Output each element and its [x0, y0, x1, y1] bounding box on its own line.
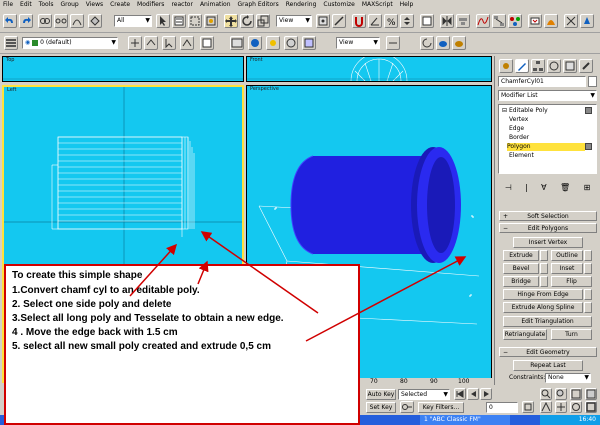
annotation-arrows: [129, 231, 467, 342]
arrow-to-side-poly: [129, 243, 178, 297]
arrow-to-long-poly: [200, 231, 319, 314]
arrow-to-edge: [197, 260, 209, 285]
arrow-to-extruded-poly: [305, 256, 467, 342]
